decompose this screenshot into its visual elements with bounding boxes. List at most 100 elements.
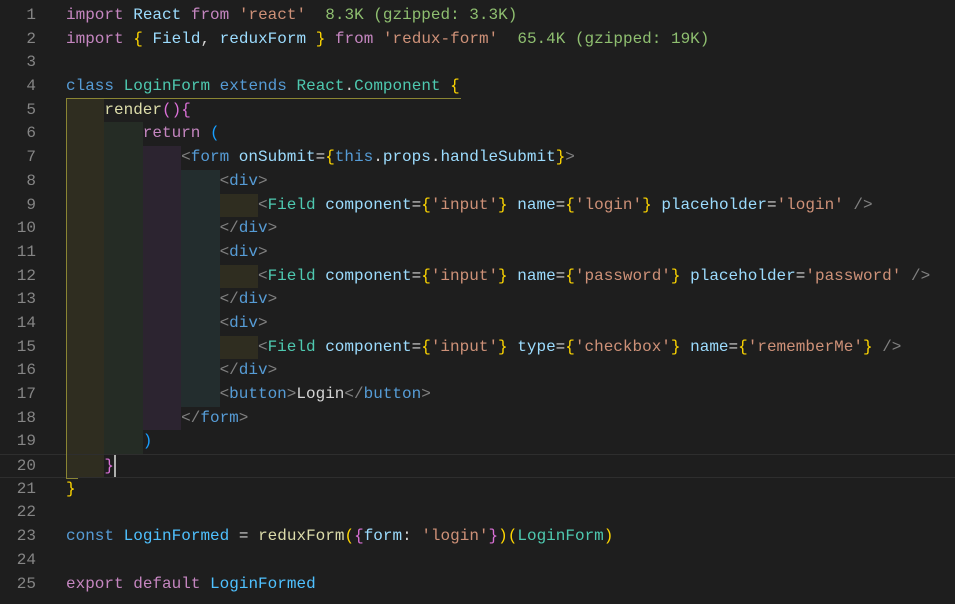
indent-guide — [66, 406, 105, 431]
code-token: ) — [142, 432, 153, 451]
code-token: ) — [498, 527, 508, 546]
code-token: 65.4K (gzipped: 19K) — [517, 29, 710, 48]
code-line[interactable]: 25 export default LoginFormed — [0, 573, 955, 597]
code-token: Field — [267, 266, 316, 285]
code-token: = — [411, 337, 422, 356]
code-line[interactable]: 4 class LoginForm extends React. Component… — [0, 75, 955, 99]
code-token: > — [267, 219, 278, 238]
code-line[interactable]: 21} — [0, 478, 955, 502]
line-number: 4 — [26, 77, 36, 96]
code-line[interactable]: 1 import React from 'react' 8.3K (gzipped… — [0, 4, 955, 28]
code-token: . — [344, 77, 355, 96]
code-token: import — [66, 6, 124, 24]
code-token: form — [363, 527, 403, 546]
line-number: 24 — [16, 550, 36, 569]
code-token: } — [104, 457, 114, 476]
code-line[interactable]: 12 < Field component ={'input'} name ={'pass… — [0, 264, 955, 289]
indent-guide — [142, 311, 182, 336]
code-line[interactable]: 14 < div > — [0, 311, 955, 336]
code-line[interactable]: 16 </div > — [0, 359, 955, 383]
code-token: > — [267, 361, 278, 380]
line-content: < div > — [66, 240, 268, 265]
indent-guide — [66, 383, 105, 407]
indent-guide — [104, 406, 143, 431]
code-line[interactable]: 23 const LoginFormed = reduxForm({form: '… — [0, 525, 955, 549]
code-token: return — [142, 124, 201, 143]
code-editor[interactable]: 1 import React from 'react' 8.3K (gzipped… — [0, 4, 955, 596]
indent-guide — [181, 217, 220, 241]
code-line[interactable]: 2 import { Field, reduxForm } from 'redux… — [0, 28, 955, 52]
code-token: placeholder — [661, 195, 767, 214]
code-token: component — [325, 195, 412, 214]
code-token: props — [382, 148, 431, 167]
line-content: </form > — [66, 406, 248, 431]
code-token: } — [498, 337, 508, 356]
line-number: 9 — [26, 195, 36, 214]
indent-guide — [66, 311, 105, 336]
code-line[interactable]: 24 — [0, 549, 955, 573]
line-content: < form onSubmit ={this. props. handleSubmit}… — [66, 146, 575, 170]
indent-guide — [104, 359, 143, 383]
code-token: > — [286, 385, 297, 403]
indent-guide — [66, 122, 105, 147]
indent-guide — [219, 335, 258, 360]
indent-guide — [66, 455, 105, 477]
code-token: Field — [267, 337, 316, 356]
line-number: 21 — [16, 479, 36, 498]
line-content: ) — [66, 430, 153, 455]
code-line[interactable]: 10 </div > — [0, 217, 955, 241]
code-line[interactable]: 15 < Field component ={'input'} type ={'chec… — [0, 335, 955, 360]
code-line[interactable]: 8 < div > — [0, 169, 955, 194]
code-token: name — [517, 266, 556, 285]
code-line[interactable]: 11 < div > — [0, 240, 955, 265]
code-token: export — [66, 574, 124, 593]
code-line[interactable]: 22 — [0, 501, 955, 525]
code-token: Login — [296, 385, 345, 403]
code-line[interactable]: 9 < Field component ={'input'} name ={'login… — [0, 193, 955, 218]
indent-guide — [181, 359, 220, 383]
indent-guide — [104, 193, 143, 218]
indent-guide — [104, 311, 143, 336]
line-content: import { Field, reduxForm } from 'redux-… — [66, 28, 709, 52]
code-line[interactable]: 7 < form onSubmit ={this. props. handleSubmit… — [0, 146, 955, 170]
code-token: < — [257, 195, 268, 214]
indent-guide — [181, 264, 220, 289]
code-line[interactable]: 18 </form > — [0, 406, 955, 431]
code-token: Field — [152, 29, 201, 48]
code-token: component — [325, 337, 412, 356]
line-number: 18 — [16, 408, 36, 427]
code-token: default — [133, 574, 201, 593]
code-line[interactable]: 3 — [0, 51, 955, 75]
code-line[interactable]: 5 render(){ — [0, 98, 955, 123]
line-number: 20 — [16, 457, 36, 476]
indent-guide — [104, 122, 143, 147]
line-number: 3 — [26, 53, 36, 72]
indent-guide — [181, 193, 220, 218]
indent-guide — [66, 430, 105, 455]
code-line[interactable]: 19) — [0, 430, 955, 455]
code-line[interactable]: 13 </div > — [0, 288, 955, 312]
indent-guide — [66, 169, 105, 194]
code-line[interactable]: 6 return ( — [0, 122, 955, 147]
code-token: handleSubmit — [440, 148, 556, 167]
line-number: 23 — [16, 527, 36, 546]
code-token: LoginFormed — [210, 574, 316, 593]
code-line[interactable]: 20} — [0, 454, 955, 478]
code-token: } — [670, 266, 681, 285]
code-token: } — [498, 195, 508, 214]
indent-guide — [104, 217, 143, 241]
code-token: > — [257, 313, 268, 332]
line-content: class LoginForm extends React. Component … — [66, 75, 460, 99]
code-token: placeholder — [690, 266, 796, 285]
code-line[interactable]: 17 < button > Login </button > — [0, 383, 955, 407]
